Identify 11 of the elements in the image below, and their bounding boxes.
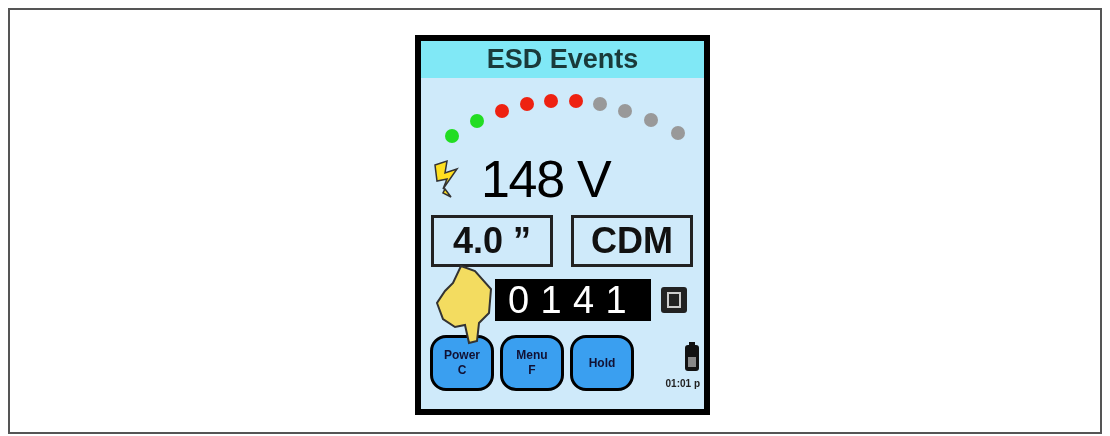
battery-icon: [684, 342, 700, 372]
setting-field[interactable]: 4.0 ”: [431, 215, 553, 267]
clock-time: 01:01 p: [665, 377, 700, 391]
soft-key-button[interactable]: Menu F: [500, 335, 564, 391]
screen-title: ESD Events: [421, 41, 704, 78]
event-counter: 0141: [495, 279, 651, 321]
soft-key-button[interactable]: Hold: [570, 335, 634, 391]
soft-key-button[interactable]: Power C: [430, 335, 494, 391]
reset-icon[interactable]: [659, 285, 689, 315]
voltage-reading: 148 V: [481, 153, 611, 205]
setting-field[interactable]: CDM: [571, 215, 693, 267]
